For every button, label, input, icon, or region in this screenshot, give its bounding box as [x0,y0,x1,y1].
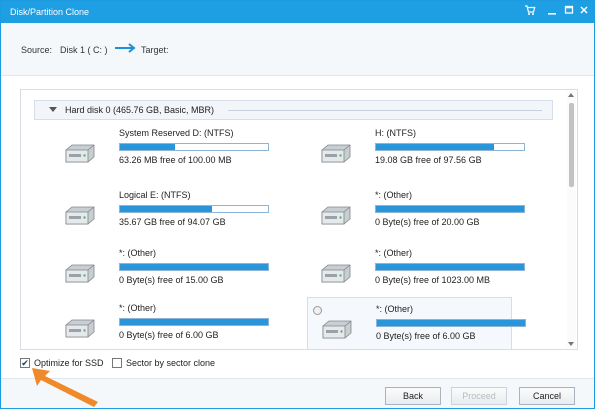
arrow-right-icon [114,43,136,55]
partition-free-space: 19.08 GB free of 97.56 GB [375,155,482,165]
orange-arrow-pointer-icon [32,368,98,407]
usage-bar-fill [120,144,175,150]
partition-item[interactable]: *: (Other) 0 Byte(s) free of 6.00 GB [307,297,526,349]
partition-item[interactable]: Logical E: (NTFS) 35.67 GB free of 94.07 … [57,190,269,240]
usage-bar-fill [376,206,524,212]
minimize-icon[interactable] [545,4,559,18]
scroll-down-icon[interactable] [568,342,574,346]
partition-item[interactable]: H: (NTFS) 19.08 GB free of 97.56 GB [313,128,525,178]
partition-name: Logical E: (NTFS) [119,190,191,200]
usage-bar-fill [120,319,268,325]
window-title: Disk/Partition Clone [10,7,90,17]
hard-drive-icon [65,264,95,283]
usage-bar [119,205,269,213]
usage-bar [375,143,525,151]
usage-bar-fill [376,144,495,150]
close-icon[interactable] [577,4,591,18]
usage-bar [119,143,269,151]
collapse-triangle-icon[interactable] [49,107,57,112]
hard-drive-icon [321,264,351,283]
usage-bar [375,263,525,271]
partition-radio[interactable] [313,306,322,315]
usage-bar-fill [120,206,212,212]
sector-clone-checkbox[interactable] [112,358,122,368]
usage-bar [119,318,269,326]
partition-free-space: 0 Byte(s) free of 6.00 GB [119,330,219,340]
usage-bar [376,319,526,327]
cart-icon[interactable] [523,4,537,18]
scroll-thumb[interactable] [569,103,574,187]
partition-free-space: 63.26 MB free of 100.00 MB [119,155,232,165]
partition-free-space: 0 Byte(s) free of 20.00 GB [375,217,480,227]
partition-free-space: 0 Byte(s) free of 15.00 GB [119,275,224,285]
hard-drive-icon [65,319,95,338]
partition-free-space: 35.67 GB free of 94.07 GB [119,217,226,227]
partition-name: *: (Other) [376,304,414,314]
disk-header[interactable]: Hard disk 0 (465.76 GB, Basic, MBR) [34,100,553,120]
maximize-icon[interactable] [562,4,576,18]
back-button[interactable]: Back [385,387,441,405]
proceed-button[interactable]: Proceed [451,387,507,405]
usage-bar [375,205,525,213]
partition-name: *: (Other) [375,190,413,200]
usage-bar-fill [120,264,268,270]
source-value: Disk 1 ( C: ) [60,45,108,55]
hard-drive-icon [322,320,352,339]
partition-list-panel: Hard disk 0 (465.76 GB, Basic, MBR) Syst… [20,89,578,350]
disk-partition-clone-window: Disk/Partition Clone Source: Disk 1 ( C:… [0,0,595,409]
partition-item[interactable]: *: (Other) 0 Byte(s) free of 15.00 GB [57,248,269,298]
usage-bar [119,263,269,271]
partition-item[interactable]: *: (Other) 0 Byte(s) free of 6.00 GB [57,303,269,349]
hard-drive-icon [321,206,351,225]
source-label: Source: [21,45,53,55]
sector-clone-label[interactable]: Sector by sector clone [126,358,215,368]
partition-name: *: (Other) [119,248,157,258]
partition-name: System Reserved D: (NTFS) [119,128,234,138]
partition-name: *: (Other) [375,248,413,258]
hard-drive-icon [321,144,351,163]
target-label: Target: [141,45,169,55]
hard-drive-icon [65,206,95,225]
divider [228,110,542,111]
vertical-scrollbar[interactable] [567,91,576,348]
partition-free-space: 0 Byte(s) free of 1023.00 MB [375,275,491,285]
partition-item[interactable]: *: (Other) 0 Byte(s) free of 20.00 GB [313,190,525,240]
title-bar: Disk/Partition Clone [1,1,594,23]
partition-name: *: (Other) [119,303,157,313]
partition-name: H: (NTFS) [375,128,416,138]
partition-item[interactable]: System Reserved D: (NTFS) 63.26 MB free o… [57,128,269,178]
source-target-bar: Source: Disk 1 ( C: ) Target: [1,23,594,76]
cancel-button[interactable]: Cancel [519,387,575,405]
disk-label: Hard disk 0 (465.76 GB, Basic, MBR) [65,105,215,115]
partition-item[interactable]: *: (Other) 0 Byte(s) free of 1023.00 MB [313,248,525,298]
usage-bar-fill [376,264,524,270]
partition-free-space: 0 Byte(s) free of 6.00 GB [376,331,476,341]
scroll-up-icon[interactable] [568,93,574,97]
usage-bar-fill [377,320,525,326]
hard-drive-icon [65,144,95,163]
